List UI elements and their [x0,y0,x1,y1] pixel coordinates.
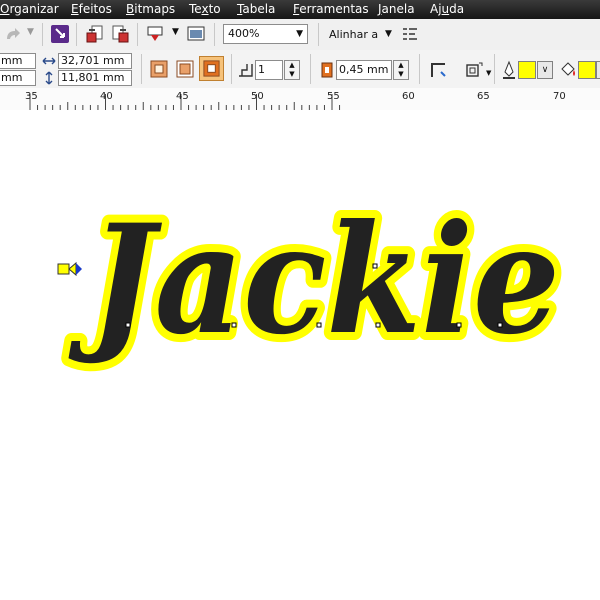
node-handle[interactable] [375,322,381,328]
canvas-drawing: Jackie Jackie [57,184,568,376]
outline-color-dropdown[interactable]: ∨ [537,61,553,79]
publish-pdf-icon[interactable] [145,24,165,44]
menu-bitmaps[interactable]: Bitmaps [126,2,175,16]
menu-organizar[interactable]: Organizar [0,2,59,16]
chevron-down-icon: ▼ [296,29,303,39]
separator [42,23,43,46]
artistic-text[interactable]: Jackie [68,192,560,368]
fill-color-dropdown[interactable] [596,61,600,79]
menu-texto[interactable]: Texto [189,2,221,16]
ruler-label: 70 [553,91,566,102]
contour-inside-icon[interactable] [175,59,195,79]
ruler-label: 40 [100,91,113,102]
ruler-label: 60 [402,91,415,102]
menu-tabela[interactable]: Tabela [237,2,275,16]
ruler-ticks [29,94,341,110]
outline-pen-icon [503,60,515,79]
align-to-button[interactable]: Alinhar a [329,28,378,41]
standard-toolbar: ▼ ▼ 400% ▼ Alinhar a ▼ [0,19,600,51]
chevron-down-icon: ∨ [541,65,549,75]
separator [137,23,138,46]
fill-color-swatch[interactable] [578,61,596,79]
import-icon[interactable] [85,24,105,44]
separator [318,23,319,46]
ruler-label: 55 [327,91,340,102]
contour-steps-icon [239,64,253,77]
corner-options-icon[interactable] [429,60,449,80]
contour-outside-icon [203,60,220,77]
height-icon [45,71,53,85]
separator [494,54,495,84]
application-launcher-icon[interactable] [186,24,206,44]
separator [231,54,232,84]
menu-janela[interactable]: Janela [378,2,415,16]
offset-spinner[interactable]: ▲ ▼ [393,60,409,80]
ruler-label: 35 [25,91,38,102]
align-dropdown-icon[interactable]: ▼ [385,29,392,39]
object-width-field[interactable]: 32,701 mm [58,53,132,69]
ruler-label: 45 [176,91,189,102]
separator [310,54,311,84]
zoom-level-dropdown[interactable]: 400% ▼ [223,24,308,44]
ruler-label: 50 [251,91,264,102]
property-bar: mm mm 32,701 mm 11,801 mm 1 ▲ ▼ 0,45 mm ▲… [0,50,600,89]
acceleration-dropdown-icon[interactable]: ▼ [486,69,491,77]
node-handle[interactable] [456,322,462,328]
launcher-icon[interactable] [50,24,70,44]
separator [214,23,215,46]
menu-bar: Organizar Efeitos Bitmaps Texto Tabela F… [0,0,600,19]
separator [76,23,77,46]
position-y-field[interactable]: mm [0,70,36,86]
fill-bucket-icon [561,62,575,76]
menu-ajuda[interactable]: Ajuda [430,2,464,16]
contour-offset-field[interactable]: 0,45 mm [336,60,392,80]
node-handle[interactable] [372,263,378,269]
node-handle[interactable] [316,322,322,328]
node-handle[interactable] [231,322,237,328]
export-icon[interactable] [110,24,130,44]
position-x-field[interactable]: mm [0,53,36,69]
width-icon [42,57,56,65]
ruler-label: 65 [477,91,490,102]
outline-color-swatch[interactable] [518,61,536,79]
publish-dropdown-icon[interactable]: ▼ [172,27,179,37]
redo-dropdown-icon[interactable]: ▼ [27,27,34,37]
separator [419,54,420,84]
drawing-canvas[interactable]: Jackie Jackie [0,110,600,600]
horizontal-ruler[interactable]: 35 40 45 50 55 60 65 70 [0,88,600,111]
node-handle[interactable] [497,322,503,328]
contour-to-center-icon[interactable] [149,59,169,79]
contour-offset-icon [321,62,333,78]
redo-icon[interactable] [3,25,23,45]
contour-steps-field[interactable]: 1 [255,60,283,80]
contour-outside-button[interactable] [199,56,224,81]
object-height-field[interactable]: 11,801 mm [58,70,132,86]
steps-spinner[interactable]: ▲ ▼ [284,60,300,80]
menu-ferramentas[interactable]: Ferramentas [293,2,369,16]
snap-options-icon[interactable] [400,25,420,45]
contour-handle[interactable] [57,261,82,277]
separator [141,54,142,84]
contour-acceleration-icon[interactable] [464,60,484,80]
node-handle[interactable] [125,322,131,328]
menu-efeitos[interactable]: Efeitos [71,2,112,16]
